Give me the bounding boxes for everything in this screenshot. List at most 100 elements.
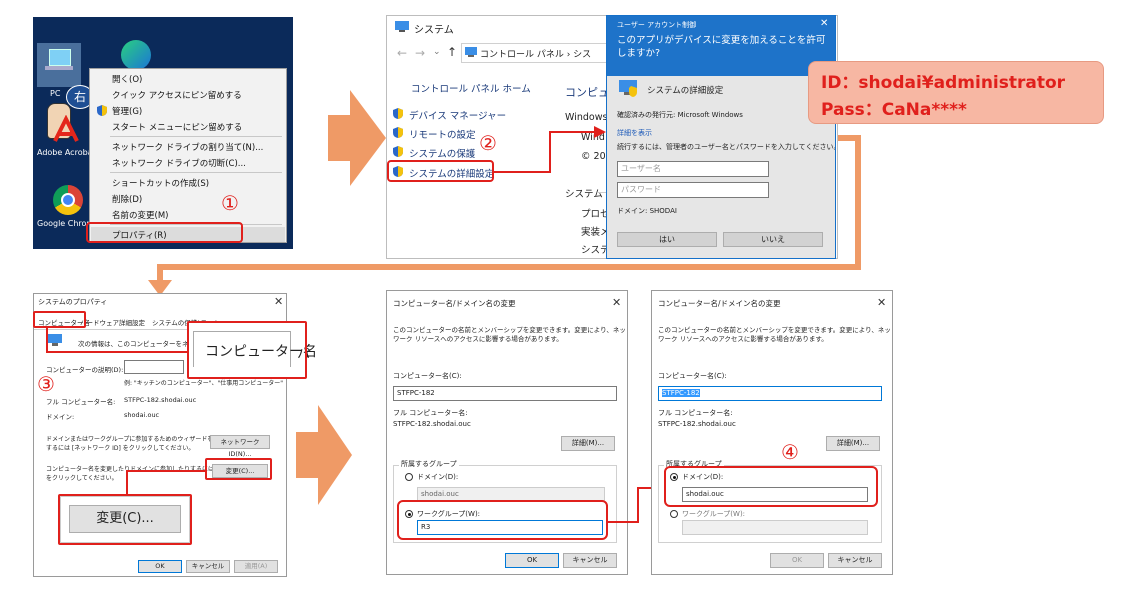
cancel-button[interactable]: キャンセル [186, 560, 230, 573]
domain-input[interactable]: shodai.ouc [417, 487, 605, 501]
highlight-domain [664, 466, 878, 507]
rename-text-2: をクリックしてください。 [46, 475, 118, 482]
uac-dialog: ユーザー アカウント制御 ✕ このアプリがデバイスに変更を加えることを許可します… [606, 15, 836, 259]
example-text: 例: "キッチンのコンピューター"、"仕事用コンピューター" [124, 380, 283, 387]
arrow-right-2 [296, 405, 352, 505]
chevron-down-icon[interactable]: ⌄ [433, 47, 441, 57]
credentials-callout: ID：shodai¥administrator Pass：CaNa**** [808, 61, 1104, 124]
step-1: ① [221, 191, 239, 215]
context-menu: 開く(O) クイック アクセスにピン留めする 管理(G) スタート メニューにピ… [89, 68, 287, 243]
link-protection[interactable]: システムの保護 [409, 146, 475, 160]
highlight-properties [86, 222, 243, 243]
uac-publisher: 確認済みの発行元: Microsoft Windows [617, 111, 743, 119]
dialog-title: コンピューター名/ドメイン名の変更 [658, 299, 781, 308]
window-title: システム [414, 25, 454, 36]
ok-button[interactable]: OK [138, 560, 182, 573]
tab-advanced[interactable]: 詳細設定 [119, 317, 145, 327]
nav-back-icon[interactable]: ← [397, 46, 407, 60]
workgroup-radio-label: ワークグループ(W): [682, 510, 746, 518]
desc-line-2: ワーク リソースへのアクセスに影響する場合があります。 [658, 335, 828, 343]
name-label: コンピューター名(C): [658, 372, 727, 380]
highlight-advanced-settings [387, 160, 494, 182]
details-button[interactable]: 詳細(M)... [561, 436, 615, 451]
computer-name-input[interactable]: STFPC-182 [393, 386, 617, 401]
uac-no-button[interactable]: いいえ [723, 232, 823, 247]
highlight-zoom-tab [187, 321, 307, 379]
ok-button[interactable]: OK [770, 553, 824, 568]
menu-create-shortcut[interactable]: ショートカットの作成(S) [112, 177, 209, 189]
full-name-label: フル コンピューター名: [393, 409, 468, 417]
workgroup-input[interactable] [682, 520, 868, 535]
arrow-right-1 [328, 90, 386, 186]
desc-label: コンピューターの説明(D): [46, 366, 124, 374]
network-id-button[interactable]: ネットワーク ID(N)... [210, 435, 270, 458]
cp-home-link[interactable]: コントロール パネル ホーム [411, 81, 531, 95]
nav-up-icon[interactable]: ↑ [447, 45, 457, 59]
uac-domain: ドメイン: SHODAI [617, 207, 677, 215]
domain-label: ドメイン: [46, 413, 75, 421]
shield-icon [393, 108, 403, 119]
desc-line-2: ワーク リソースへのアクセスに影響する場合があります。 [393, 335, 563, 343]
control-panel-icon [465, 47, 477, 57]
menu-manage[interactable]: 管理(G) [112, 105, 142, 117]
highlight-computer-name-tab [33, 311, 86, 328]
address-text: コントロール パネル › シス [480, 50, 592, 60]
close-icon[interactable]: ✕ [612, 296, 621, 309]
uac-details-link[interactable]: 詳細を表示 [617, 128, 652, 138]
full-name-value: STFPC-182.shodai.ouc [124, 396, 197, 404]
pc-label: PC [50, 89, 61, 98]
menu-pin-quick[interactable]: クイック アクセスにピン留めする [112, 89, 242, 101]
description-input[interactable] [124, 360, 184, 374]
cancel-button[interactable]: キャンセル [563, 553, 617, 568]
adobe-icon[interactable] [49, 114, 83, 145]
menu-disconnect-drive[interactable]: ネットワーク ドライブの切断(C)... [112, 157, 246, 169]
close-icon[interactable]: ✕ [274, 295, 283, 308]
menu-pin-start[interactable]: スタート メニューにピン留めする [112, 121, 242, 133]
menu-delete[interactable]: 削除(D) [112, 193, 142, 205]
menu-rename[interactable]: 名前の変更(M) [112, 209, 168, 221]
callout-pass: Pass：CaNa**** [821, 100, 967, 120]
arrow-head-icon [594, 126, 606, 138]
edge-icon[interactable] [121, 40, 151, 70]
highlight-workgroup [397, 500, 608, 540]
adobe-label: Adobe Acrobat [37, 148, 96, 157]
close-icon[interactable]: ✕ [820, 18, 828, 29]
domain-radio-label: ドメイン(D): [417, 473, 459, 481]
uac-yes-button[interactable]: はい [617, 232, 717, 247]
step-2: ② [479, 131, 497, 155]
workgroup-radio[interactable] [670, 510, 678, 518]
menu-open[interactable]: 開く(O) [112, 73, 142, 85]
nav-forward-icon[interactable]: → [415, 46, 425, 60]
address-bar[interactable]: コントロール パネル › シス [461, 43, 613, 63]
system-app-icon [619, 80, 637, 97]
highlight-change-zoom [58, 494, 192, 545]
info-windows: Windows [565, 112, 608, 123]
link-remote[interactable]: リモートの設定 [409, 127, 476, 141]
domain-value: shodai.ouc [124, 411, 160, 419]
name-change-dialog-2: コンピューター名/ドメイン名の変更 ✕ このコンピューターの名前とメンバーシップ… [651, 290, 893, 575]
domain-radio[interactable] [405, 473, 413, 481]
uac-username-input[interactable]: ユーザー名 [617, 161, 769, 177]
full-name-label: フル コンピューター名: [46, 398, 116, 406]
step-3: ③ [37, 372, 55, 396]
monitor-icon [395, 21, 409, 32]
computer-name-input[interactable]: STFPC-182 [658, 386, 882, 401]
step-4: ④ [781, 440, 799, 464]
close-icon[interactable]: ✕ [877, 296, 886, 309]
menu-map-drive[interactable]: ネットワーク ドライブの割り当て(N)... [112, 141, 263, 153]
uac-header: ユーザー アカウント制御 ✕ このアプリがデバイスに変更を加えることを許可します… [607, 16, 835, 76]
link-device-manager[interactable]: デバイス マネージャー [409, 108, 506, 122]
uac-password-input[interactable]: パスワード [617, 182, 769, 198]
details-button[interactable]: 詳細(M)... [826, 436, 880, 451]
ok-button[interactable]: OK [505, 553, 559, 568]
full-name-label: フル コンピューター名: [658, 409, 733, 417]
cancel-button[interactable]: キャンセル [828, 553, 882, 568]
computer-name-selected: STFPC-182 [662, 389, 700, 397]
callout-id: ID：shodai¥administrator [821, 73, 1066, 93]
pc-icon[interactable] [37, 43, 81, 87]
chrome-icon[interactable] [53, 185, 83, 215]
uac-header-text: ユーザー アカウント制御 [617, 21, 697, 29]
apply-button[interactable]: 適用(A) [234, 560, 278, 573]
desktop: PC 右 Adobe Acrobat Google Chrome 開く(O) ク… [33, 17, 293, 249]
shield-icon [393, 127, 403, 138]
